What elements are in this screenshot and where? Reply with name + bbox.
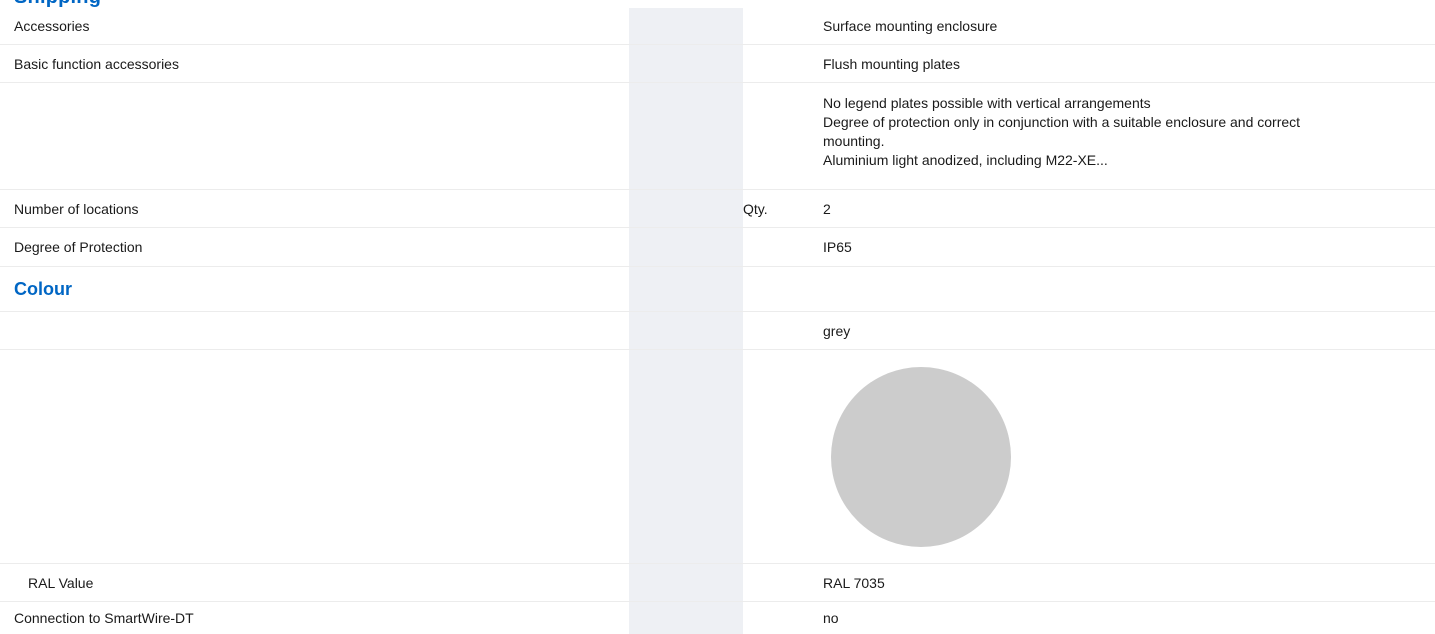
unit-cell (743, 83, 809, 189)
label-colour-swatch (0, 350, 629, 563)
unit-locations: Qty. (743, 200, 768, 217)
shaded-column-cell (629, 83, 743, 189)
label-protection: Degree of Protection (14, 239, 143, 255)
value-protection: IP65 (823, 239, 852, 255)
shaded-column-cell (629, 564, 743, 601)
shaded-column-cell (629, 8, 743, 44)
unit-cell (743, 267, 809, 311)
spec-table: Accessories Surface mounting enclosure B… (0, 8, 1435, 634)
section-heading: Shipping (14, 0, 101, 8)
value-ral: RAL 7035 (823, 574, 885, 591)
row-colour-name: grey (0, 312, 1435, 350)
label-colour-name (0, 312, 629, 349)
row-colour-section: Colour (0, 267, 1435, 312)
value-colour-name: grey (823, 322, 851, 339)
row-colour-swatch (0, 350, 1435, 564)
shaded-column-cell (629, 267, 743, 311)
label-ral: RAL Value (28, 574, 94, 591)
value-accessories: Surface mounting enclosure (823, 18, 998, 34)
value-colour-swatch (809, 350, 1435, 563)
section-heading-clip: Shipping (0, 0, 1435, 8)
unit-cell (743, 312, 809, 349)
row-protection: Degree of Protection IP65 (0, 228, 1435, 267)
unit-cell (743, 228, 809, 266)
row-ral: RAL Value RAL 7035 (0, 564, 1435, 602)
label-basic-accessories: Basic function accessories (14, 55, 179, 72)
label-accessories: Accessories (14, 18, 90, 34)
value-smartwire: no (823, 610, 839, 626)
shaded-column-cell (629, 312, 743, 349)
section-title-colour: Colour (14, 278, 72, 299)
label-locations: Number of locations (14, 200, 139, 217)
note-line: No legend plates possible with vertical … (823, 95, 1151, 111)
row-accessories: Accessories Surface mounting enclosure (0, 8, 1435, 45)
value-notes: No legend plates possible with vertical … (809, 83, 1435, 189)
unit-cell (743, 45, 809, 82)
row-smartwire: Connection to SmartWire-DT no (0, 602, 1435, 634)
value-colour-section (809, 267, 1435, 311)
label-notes (0, 83, 629, 189)
unit-cell (743, 8, 809, 44)
shaded-column-cell (629, 228, 743, 266)
value-locations: 2 (823, 200, 831, 217)
label-smartwire: Connection to SmartWire-DT (14, 610, 194, 626)
value-basic-accessories: Flush mounting plates (823, 55, 960, 72)
shaded-column-cell (629, 45, 743, 82)
unit-cell (743, 350, 809, 563)
note-line: Degree of protection only in conjunction… (823, 114, 1301, 130)
unit-cell (743, 602, 809, 634)
shaded-column-cell (629, 602, 743, 634)
row-locations: Number of locations Qty. 2 (0, 190, 1435, 228)
shaded-column-cell (629, 350, 743, 563)
row-notes: No legend plates possible with vertical … (0, 83, 1435, 190)
note-line: mounting. (823, 133, 885, 149)
note-line: Aluminium light anodized, including M22-… (823, 152, 1108, 168)
unit-cell (743, 564, 809, 601)
row-basic-accessories: Basic function accessories Flush mountin… (0, 45, 1435, 83)
colour-swatch-icon (831, 367, 1011, 547)
shaded-column-cell (629, 190, 743, 227)
